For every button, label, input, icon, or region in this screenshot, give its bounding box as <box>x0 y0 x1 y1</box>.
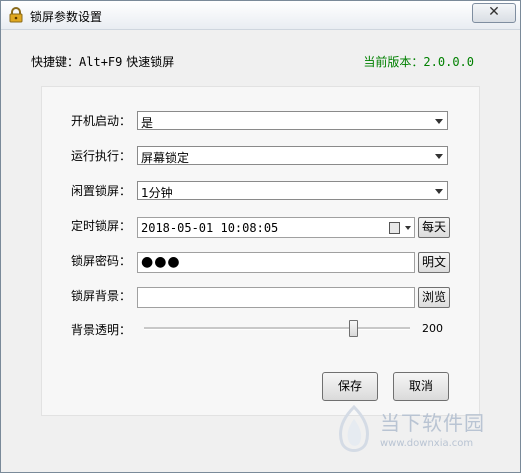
window-title: 锁屏参数设置 <box>30 10 103 24</box>
watermark-url: www.downxia.com <box>380 438 474 449</box>
boot-start-value: 是 <box>141 116 154 130</box>
chevron-down-icon <box>435 154 443 159</box>
opacity-value: 200 <box>422 322 443 335</box>
run-action-select[interactable]: 屏幕锁定 <box>137 146 448 165</box>
idle-lock-value: 1分钟 <box>141 186 173 200</box>
shortcut-action: 快速锁屏 <box>122 55 175 69</box>
close-button[interactable]: ✕ <box>472 3 516 23</box>
password-value: ●●● <box>141 254 181 270</box>
save-button[interactable]: 保存 <box>322 372 378 401</box>
password-input[interactable]: ●●● <box>137 252 415 273</box>
version-label: 当前版本： <box>363 55 424 69</box>
boot-start-label: 开机启动： <box>71 114 132 128</box>
idle-lock-label: 闲置锁屏： <box>71 184 132 198</box>
timed-lock-label: 定时锁屏： <box>71 219 132 233</box>
chevron-down-icon[interactable] <box>405 226 411 230</box>
lock-settings-window: 锁屏参数设置 ✕ 快捷键：Alt+F9 快速锁屏 当前版本：2.0.0.0 开机… <box>0 0 521 473</box>
lock-icon <box>9 7 23 23</box>
chevron-down-icon <box>435 119 443 124</box>
settings-panel <box>41 86 480 416</box>
idle-lock-select[interactable]: 1分钟 <box>137 181 448 200</box>
timed-lock-value: 2018-05-01 10:08:05 <box>141 221 279 235</box>
run-action-label: 运行执行： <box>71 149 132 163</box>
browse-button[interactable]: 浏览 <box>418 287 450 308</box>
watermark: 当下软件园 www.downxia.com <box>334 405 504 457</box>
close-icon: ✕ <box>488 4 500 20</box>
version-value: 2.0.0.0 <box>423 55 474 69</box>
title-bar[interactable]: 锁屏参数设置 ✕ <box>1 1 520 30</box>
cancel-button[interactable]: 取消 <box>393 372 449 401</box>
calendar-icon[interactable] <box>389 222 400 234</box>
boot-start-select[interactable]: 是 <box>137 111 448 130</box>
daily-button[interactable]: 每天 <box>418 217 450 238</box>
background-path-input[interactable] <box>137 287 415 308</box>
chevron-down-icon <box>435 189 443 194</box>
opacity-label: 背景透明： <box>71 323 132 337</box>
opacity-slider-track[interactable] <box>144 327 410 330</box>
opacity-slider-thumb[interactable] <box>348 320 358 337</box>
watermark-name: 当下软件园 <box>380 411 485 435</box>
shortcut-hint: 快捷键：Alt+F9 快速锁屏 <box>31 53 174 70</box>
watermark-logo-icon <box>339 405 369 452</box>
shortcut-label: 快捷键： <box>31 55 80 69</box>
background-label: 锁屏背景： <box>71 289 132 303</box>
run-action-value: 屏幕锁定 <box>141 151 190 165</box>
timed-lock-datetime-picker[interactable]: 2018-05-01 10:08:05 <box>137 217 415 238</box>
shortcut-keys: Alt+F9 <box>79 55 123 69</box>
show-plaintext-button[interactable]: 明文 <box>418 252 450 273</box>
version-info: 当前版本：2.0.0.0 <box>363 53 474 70</box>
password-label: 锁屏密码： <box>71 254 132 268</box>
